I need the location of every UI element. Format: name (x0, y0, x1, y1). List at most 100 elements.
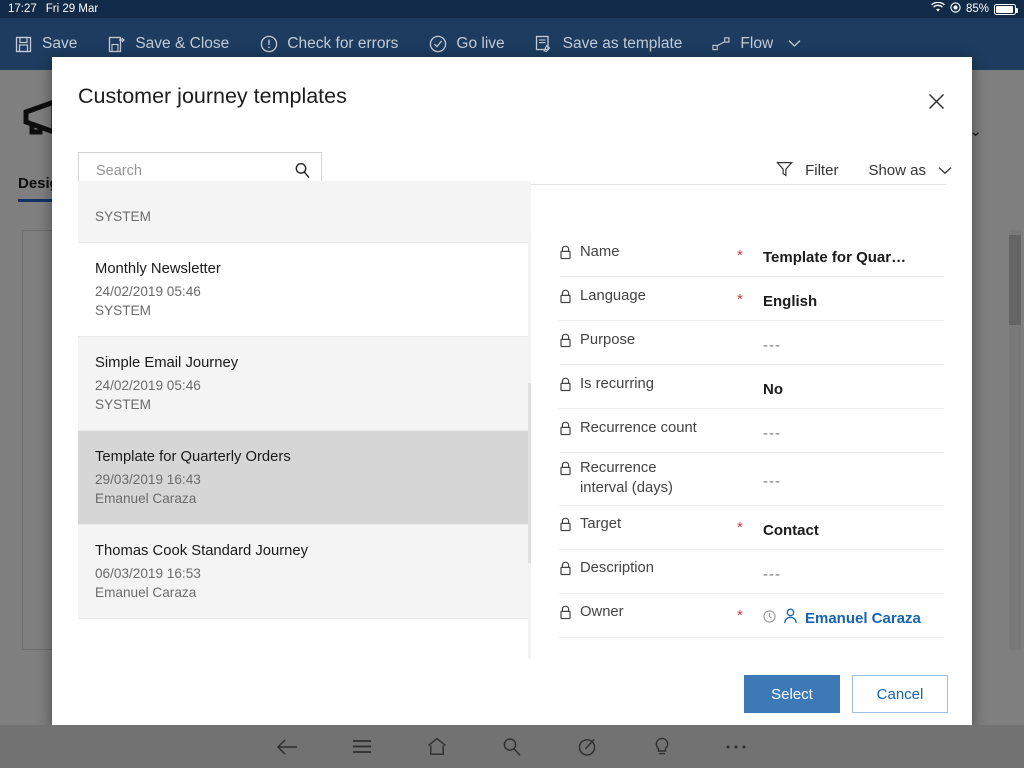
field-row-language: Language * English (559, 277, 944, 321)
check-for-errors-button[interactable]: Check for errors (259, 35, 398, 54)
check-circle-icon (428, 35, 447, 54)
save-icon (14, 35, 33, 54)
required-indicator: * (737, 518, 763, 536)
select-button[interactable]: Select (744, 675, 840, 713)
warning-circle-icon (259, 35, 278, 54)
field-value-is-recurring[interactable]: No (763, 375, 944, 398)
template-details-pane: Name * Template for Quar… Language * Eng… (531, 181, 972, 659)
location-icon (950, 2, 961, 16)
required-indicator: * (737, 246, 763, 264)
list-item-title: Monthly Newsletter (95, 261, 531, 277)
field-value-description[interactable]: --- (763, 560, 944, 583)
list-item-date: 24/02/2019 05:46 (95, 378, 531, 393)
lock-icon (559, 605, 572, 627)
field-row-owner: Owner * (559, 594, 944, 638)
required-indicator (737, 478, 763, 479)
lightbulb-icon[interactable] (642, 727, 682, 767)
status-time: 17:27 (8, 3, 37, 15)
list-item-date: 06/03/2019 16:53 (95, 566, 531, 581)
hamburger-menu-icon[interactable] (342, 727, 382, 767)
field-label-recurrence-count: Recurrence count (580, 419, 697, 439)
close-icon[interactable] (920, 85, 952, 117)
recent-items-icon[interactable] (763, 610, 776, 627)
dialog-footer: Select Cancel (52, 659, 972, 729)
list-item-owner: SYSTEM (95, 209, 531, 224)
search-icon[interactable] (492, 727, 532, 767)
ellipsis-icon[interactable] (716, 727, 756, 767)
list-item[interactable]: Thomas Cook Standard Journey 06/03/2019 … (78, 525, 531, 619)
list-item[interactable]: Simple Email Journey 24/02/2019 05:46 SY… (78, 337, 531, 431)
field-label-language: Language (580, 287, 646, 307)
status-date: Fri 29 Mar (46, 3, 98, 15)
wifi-icon (931, 2, 945, 16)
save-as-template-label: Save as template (563, 35, 683, 53)
save-and-close-button[interactable]: Save & Close (107, 35, 229, 54)
lock-icon (559, 517, 572, 539)
field-row-recurrence-interval: Recurrence interval (days) --- (559, 453, 944, 506)
save-as-template-icon (535, 35, 554, 54)
filter-label: Filter (805, 162, 838, 179)
save-as-template-button[interactable]: Save as template (535, 35, 683, 54)
lock-icon (559, 561, 572, 583)
home-icon[interactable] (417, 727, 457, 767)
list-item-owner: Emanuel Caraza (95, 491, 531, 506)
field-value-target[interactable]: Contact (763, 516, 944, 539)
list-item-owner: SYSTEM (95, 303, 531, 318)
field-value-recurrence-interval[interactable]: --- (763, 467, 944, 490)
dialog-body: SYSTEM Monthly Newsletter 24/02/2019 05:… (52, 181, 972, 659)
field-value-recurrence-count[interactable]: --- (763, 419, 944, 442)
field-row-description: Description --- (559, 550, 944, 594)
check-for-errors-label: Check for errors (287, 35, 398, 53)
lock-icon (559, 245, 572, 267)
field-label-is-recurring: Is recurring (580, 375, 654, 395)
chevron-down-icon (938, 162, 952, 179)
list-item-selected[interactable]: Template for Quarterly Orders 29/03/2019… (78, 431, 531, 525)
lock-icon (559, 461, 572, 483)
field-row-name: Name * Template for Quar… (559, 233, 944, 277)
show-as-button[interactable]: Show as (868, 162, 952, 179)
list-item[interactable]: Monthly Newsletter 24/02/2019 05:46 SYST… (78, 243, 531, 337)
field-label-purpose: Purpose (580, 331, 635, 351)
save-and-close-label: Save & Close (135, 35, 229, 53)
required-indicator: * (737, 606, 763, 624)
field-value-name[interactable]: Template for Quar… (763, 243, 944, 266)
list-item-title: Template for Quarterly Orders (95, 449, 531, 465)
field-value-purpose[interactable]: --- (763, 331, 944, 354)
required-indicator (737, 342, 763, 343)
save-button[interactable]: Save (14, 35, 77, 54)
back-arrow-icon[interactable] (267, 727, 307, 767)
battery-icon (994, 4, 1016, 15)
save-label: Save (42, 35, 77, 53)
field-row-is-recurring: Is recurring No (559, 365, 944, 409)
field-label-recurrence-interval: Recurrence interval (days) (580, 459, 700, 499)
go-live-button[interactable]: Go live (428, 35, 504, 54)
field-label-owner: Owner (580, 603, 624, 623)
battery-percent: 85% (966, 3, 989, 15)
cancel-button[interactable]: Cancel (852, 675, 948, 713)
go-live-label: Go live (456, 35, 504, 53)
owner-lookup-link[interactable]: Emanuel Caraza (805, 610, 921, 627)
field-label-name: Name (580, 243, 619, 263)
status-bar: 17:27 Fri 29 Mar 85% (0, 0, 1024, 18)
field-row-target: Target * Contact (559, 506, 944, 550)
list-item-date: 29/03/2019 16:43 (95, 472, 531, 487)
list-item-date: 24/02/2019 05:46 (95, 284, 531, 299)
flow-button[interactable]: Flow (712, 35, 801, 54)
required-indicator (737, 386, 763, 387)
flow-label: Flow (740, 35, 773, 53)
customer-journey-templates-dialog: Customer journey templates (52, 57, 972, 729)
filter-button[interactable]: Filter (776, 161, 838, 181)
compass-icon[interactable] (567, 727, 607, 767)
lock-icon (559, 421, 572, 443)
show-as-label: Show as (868, 162, 926, 179)
lock-icon (559, 289, 572, 311)
bottom-navigation-bar (0, 725, 1024, 768)
field-row-purpose: Purpose --- (559, 321, 944, 365)
chevron-down-icon (788, 35, 801, 53)
field-value-language[interactable]: English (763, 287, 944, 310)
list-item[interactable]: SYSTEM (78, 181, 531, 243)
field-value-owner[interactable]: Emanuel Caraza (763, 602, 944, 628)
field-label-description: Description (580, 559, 654, 579)
field-label-target: Target (580, 515, 621, 535)
search-input[interactable] (79, 163, 283, 179)
